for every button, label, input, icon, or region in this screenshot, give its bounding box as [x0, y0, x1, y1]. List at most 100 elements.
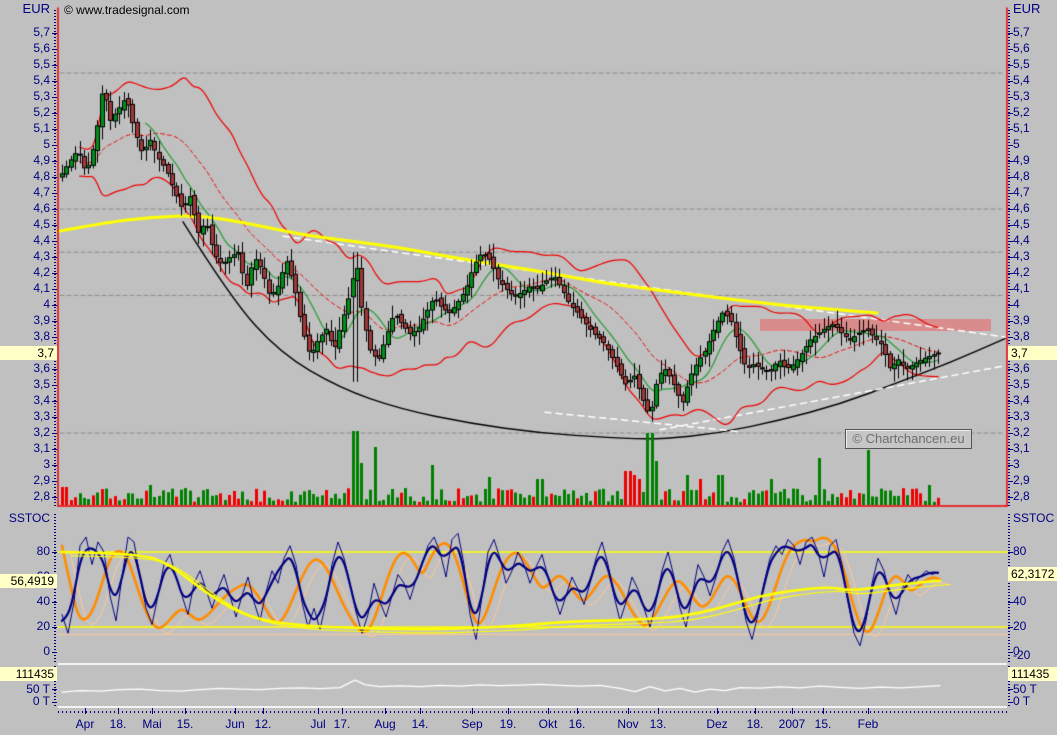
price-tick-label: 2,8	[33, 489, 50, 503]
price-tick-label: 5	[43, 137, 50, 151]
x-axis-label: 16.	[568, 717, 586, 731]
sstoc-tick-label: 20	[1013, 619, 1027, 633]
sstoc-axis-ticks-right	[1008, 514, 1010, 662]
sstoc-value-marker-left: 56,4919	[0, 574, 57, 589]
x-axis-label: 13.	[649, 717, 667, 731]
sstoc-tick-label: -20	[1013, 648, 1031, 662]
sstoc-title-right: SSTOC	[1013, 511, 1055, 525]
price-tick-label: 3,2	[1013, 425, 1030, 439]
x-axis-label: 12.	[254, 717, 272, 731]
x-axis-label: 17.	[333, 717, 351, 731]
sstoc-tick-label: 40	[36, 594, 50, 608]
x-axis-label: 2007	[778, 717, 806, 731]
price-tick-label: 5	[1013, 137, 1020, 151]
price-tick-label: 5,6	[33, 41, 50, 55]
price-tick-label: 5,2	[1013, 105, 1030, 119]
price-axis-ticks-left	[54, 10, 56, 506]
price-tick-label: 5,1	[1013, 121, 1030, 135]
price-tick-label: 4,6	[1013, 201, 1030, 215]
price-tick-label: 2,9	[33, 473, 50, 487]
price-tick-label: 3	[43, 457, 50, 471]
obv-tick-label: 0 T	[1013, 694, 1031, 708]
sstoc-tick-label: 40	[1013, 594, 1027, 608]
price-tick-label: 4,3	[1013, 249, 1030, 263]
x-axis-label: Mai	[142, 717, 162, 731]
price-tick-label: 5,3	[1013, 89, 1030, 103]
price-tick-label: 4,3	[33, 249, 50, 263]
price-tick-label: 4,9	[33, 153, 50, 167]
sstoc-tick-label: 80	[1013, 544, 1027, 558]
x-axis-label: 18.	[109, 717, 127, 731]
price-tick-label: 5,4	[33, 73, 50, 87]
obv-value-marker-left: 111435	[0, 667, 57, 682]
price-tick-label: 4,1	[33, 281, 50, 295]
chart-canvas	[0, 0, 1057, 735]
price-tick-label: 5,7	[1013, 25, 1030, 39]
sstoc-tick-label: 0	[43, 644, 50, 658]
last-price-marker-right: 3,7	[1008, 346, 1057, 360]
price-tick-label: 4,2	[1013, 265, 1030, 279]
price-tick-label: 5,5	[33, 57, 50, 71]
x-axis-label: Feb	[857, 717, 879, 731]
x-axis-label: Nov	[617, 717, 639, 731]
price-tick-label: 4,4	[33, 233, 50, 247]
sstoc-title-left: SSTOC	[8, 511, 50, 525]
x-axis-label: Okt	[538, 717, 558, 731]
price-tick-label: 5,2	[33, 105, 50, 119]
tradesignal-copyright: © www.tradesignal.com	[64, 3, 190, 17]
price-tick-label: 3,8	[33, 329, 50, 343]
x-axis-label: Jun	[225, 717, 245, 731]
trading-chart-window: EUR EUR © www.tradesignal.com SSTOC SSTO…	[0, 0, 1057, 735]
chartchancen-watermark: © Chartchancen.eu	[845, 429, 972, 449]
x-axis-label: 14.	[411, 717, 429, 731]
x-axis-label: Jul	[310, 717, 326, 731]
sstoc-tick-label: 80	[36, 544, 50, 558]
price-tick-label: 2,8	[1013, 489, 1030, 503]
price-tick-label: 4	[1013, 297, 1020, 311]
x-axis-label: 15.	[176, 717, 194, 731]
obv-value-marker-right: 111435	[1008, 667, 1057, 682]
obv-tick-label: 0 T	[32, 694, 50, 708]
price-tick-label: 5,6	[1013, 41, 1030, 55]
price-tick-label: 3,8	[1013, 329, 1030, 343]
price-tick-label: 4,4	[1013, 233, 1030, 247]
sstoc-tick-label: 20	[36, 619, 50, 633]
price-axis-unit-right: EUR	[1013, 1, 1041, 16]
price-tick-label: 4,5	[33, 217, 50, 231]
x-axis-label: Sep	[461, 717, 483, 731]
price-tick-label: 4,8	[33, 169, 50, 183]
x-axis-label: 19.	[499, 717, 517, 731]
price-tick-label: 4	[43, 297, 50, 311]
price-tick-label: 3	[1013, 457, 1020, 471]
price-tick-label: 3,5	[1013, 377, 1030, 391]
x-axis-label: Dez	[706, 717, 728, 731]
panel-separator	[58, 706, 1007, 708]
price-tick-label: 4,6	[33, 201, 50, 215]
x-axis-label: Aug	[374, 717, 396, 731]
price-tick-label: 3,6	[33, 361, 50, 375]
price-tick-label: 3,4	[33, 393, 50, 407]
price-tick-label: 3,1	[33, 441, 50, 455]
price-tick-label: 2,9	[1013, 473, 1030, 487]
price-tick-label: 5,4	[1013, 73, 1030, 87]
price-tick-label: 3,4	[1013, 393, 1030, 407]
panel-separator	[58, 663, 1007, 665]
price-tick-label: 5,7	[33, 25, 50, 39]
x-axis-minor-ticks	[58, 711, 1007, 713]
x-axis-label: 15.	[814, 717, 832, 731]
price-tick-label: 3,9	[33, 313, 50, 327]
price-tick-label: 4,2	[33, 265, 50, 279]
price-tick-label: 4,7	[33, 185, 50, 199]
sstoc-value-marker-right: 62,3172	[1008, 567, 1057, 582]
price-axis-unit-left: EUR	[22, 1, 50, 16]
price-tick-label: 3,2	[33, 425, 50, 439]
price-tick-label: 3,3	[33, 409, 50, 423]
price-tick-label: 3,3	[1013, 409, 1030, 423]
price-tick-label: 3,5	[33, 377, 50, 391]
price-tick-label: 4,5	[1013, 217, 1030, 231]
price-tick-label: 4,1	[1013, 281, 1030, 295]
price-tick-label: 3,9	[1013, 313, 1030, 327]
price-tick-label: 5,5	[1013, 57, 1030, 71]
price-tick-label: 4,9	[1013, 153, 1030, 167]
price-tick-label: 5,3	[33, 89, 50, 103]
